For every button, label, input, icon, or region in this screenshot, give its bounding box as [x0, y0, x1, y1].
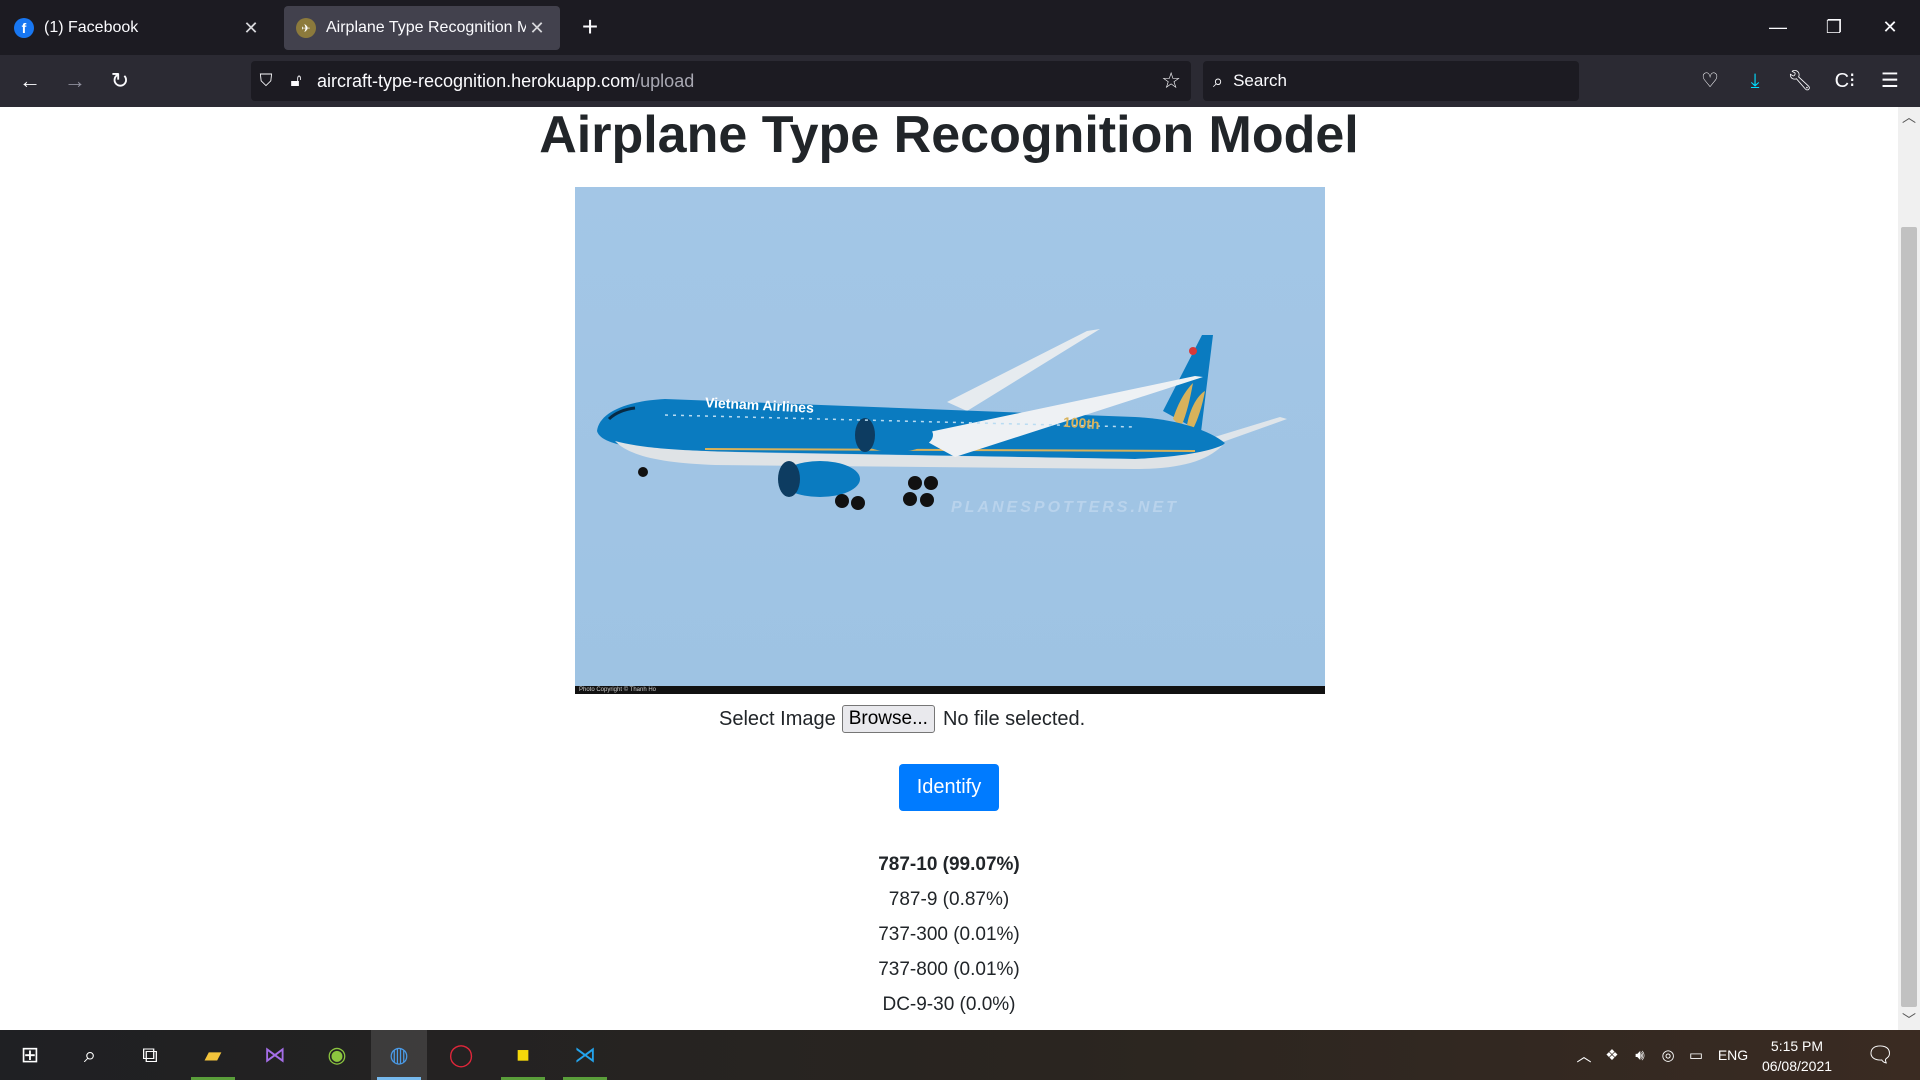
tab-label: (1) Facebook — [44, 19, 139, 36]
scroll-up-icon[interactable]: ︿ — [1898, 107, 1920, 127]
vscode-icon[interactable]: ⋊ — [557, 1030, 613, 1080]
browser-tabstrip: f (1) Facebook ✕ ✈ Airplane Type Recogni… — [0, 0, 1920, 55]
image-credit: Photo Copyright © Thanh Ho — [579, 687, 657, 693]
image-credit-strip: Photo Copyright © Thanh Ho — [575, 686, 1325, 694]
url-path: /upload — [635, 70, 695, 91]
battery-icon[interactable]: ▭ — [1682, 1046, 1710, 1064]
download-icon[interactable]: ⤓ — [1737, 63, 1773, 99]
airplane-illustration — [597, 329, 1287, 510]
forward-button[interactable]: → — [57, 63, 93, 99]
shield-icon[interactable]: ⛉ — [251, 71, 281, 91]
result-item: DC-9-30 (0.0%) — [882, 994, 1016, 1015]
search-icon[interactable]: ⌕ — [62, 1030, 118, 1080]
volume-icon[interactable]: 🔊︎ — [1626, 1047, 1654, 1064]
tab-facebook[interactable]: f (1) Facebook ✕ — [2, 6, 274, 50]
visual-studio-icon[interactable]: ⋈ — [247, 1030, 303, 1080]
close-icon[interactable]: ✕ — [240, 18, 262, 39]
bookmark-star-icon[interactable]: ☆ — [1161, 68, 1181, 94]
scrollbar-thumb[interactable] — [1901, 227, 1917, 1007]
result-item: 787-9 (0.87%) — [888, 889, 1010, 910]
dropbox-icon[interactable]: ❖ — [1598, 1046, 1626, 1064]
search-icon: ⌕ — [1213, 70, 1224, 91]
clock-time: 5:15 PM — [1770, 1038, 1824, 1054]
wrench-icon[interactable]: 🔧︎ — [1782, 63, 1818, 99]
file-status: No file selected. — [942, 707, 1086, 730]
menu-icon[interactable]: ☰ — [1872, 63, 1908, 99]
browser-navbar: ← → ↻ ⛉ 🔓︎ aircraft-type-recognition.her… — [0, 55, 1920, 107]
select-image-label: Select Image — [719, 707, 836, 730]
scroll-down-icon[interactable]: ﹀ — [1898, 1010, 1920, 1030]
airplane-favicon: ✈ — [296, 18, 316, 38]
show-hidden-icons-icon[interactable]: ︿ — [1570, 1045, 1598, 1066]
reload-button[interactable]: ↻ — [102, 63, 138, 99]
extension-icon[interactable]: C⁝ — [1827, 63, 1863, 99]
clock[interactable]: 5:15 PM 06/08/2021 — [1752, 1036, 1842, 1076]
notifications-icon[interactable]: 🗨︎ — [1852, 1030, 1908, 1080]
file-explorer-icon[interactable]: ▰ — [185, 1030, 241, 1080]
tab-label: Airplane Type Recognition Mod — [326, 19, 526, 36]
network-icon[interactable]: ◎ — [1654, 1046, 1682, 1064]
search-placeholder: Search — [1233, 71, 1287, 90]
windows-start-icon[interactable]: ⊞ — [2, 1030, 58, 1080]
task-view-icon[interactable]: ⧉ — [122, 1030, 178, 1080]
page-scrollbar[interactable]: ︿ ﹀ — [1898, 107, 1920, 1030]
image-watermark: PLANESPOTTERS.NET — [951, 499, 1179, 516]
tab-airplane-recognition[interactable]: ✈ Airplane Type Recognition Mod ✕ — [284, 6, 560, 50]
browse-button[interactable]: Browse... — [841, 705, 935, 733]
back-button[interactable]: ← — [12, 63, 48, 99]
page-title: Airplane Type Recognition Model — [539, 106, 1359, 164]
result-item: 737-800 (0.01%) — [878, 959, 1020, 980]
new-tab-button[interactable]: + — [572, 10, 608, 46]
firefox-icon[interactable]: ◍ — [371, 1030, 427, 1080]
close-icon[interactable]: ✕ — [526, 18, 548, 39]
restore-button[interactable]: ❐ — [1806, 10, 1862, 46]
pocket-icon[interactable]: ♡ — [1692, 63, 1728, 99]
uploaded-airplane-image: Vietnam Airlines 100th PLANESPOTTERS.NET… — [575, 187, 1325, 694]
search-input[interactable]: ⌕ Search — [1203, 61, 1579, 101]
windows-taskbar: ⊞ ⌕ ⧉ ▰ ⋈ ◉ ◍ ◯ ■ ⋊ ︿ ❖ 🔊︎ ◎ ▭ ENG 5:15 … — [0, 1030, 1920, 1080]
url-host: aircraft-type-recognition.herokuapp.com — [317, 70, 636, 91]
prediction-results: 787-10 (99.07%) 787-9 (0.87%) 737-300 (0… — [0, 847, 1898, 1022]
sticky-notes-icon[interactable]: ■ — [495, 1030, 551, 1080]
result-item-top: 787-10 (99.07%) — [878, 854, 1020, 875]
lock-icon[interactable]: 🔓︎ — [281, 71, 311, 91]
close-window-button[interactable]: ✕ — [1862, 10, 1918, 46]
url-bar[interactable]: ⛉ 🔓︎ aircraft-type-recognition.herokuapp… — [251, 61, 1191, 101]
facebook-icon: f — [14, 18, 34, 38]
clock-date: 06/08/2021 — [1761, 1058, 1833, 1074]
livery-badge-text: 100th — [1062, 413, 1101, 433]
opera-icon[interactable]: ◯ — [433, 1030, 489, 1080]
result-item: 737-300 (0.01%) — [878, 924, 1020, 945]
minimize-button[interactable]: — — [1750, 10, 1806, 46]
system-tray: ︿ ❖ 🔊︎ ◎ ▭ ENG — [1570, 1030, 1756, 1080]
language-indicator[interactable]: ENG — [1710, 1047, 1756, 1063]
file-upload-row: Select Image Browse... No file selected. — [719, 703, 1085, 735]
app-green-icon[interactable]: ◉ — [309, 1030, 365, 1080]
identify-button[interactable]: Identify — [899, 764, 999, 811]
